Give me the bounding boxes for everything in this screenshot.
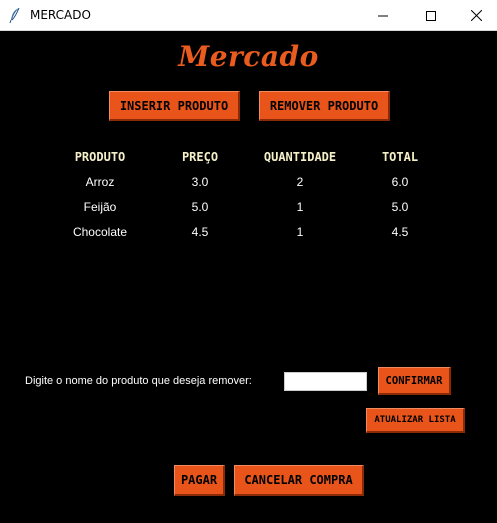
insert-product-button[interactable]: INSERIR PRODUTO (109, 91, 240, 121)
cell-quantity: 1 (296, 225, 304, 239)
maximize-button[interactable] (408, 0, 454, 31)
cell-quantity: 2 (296, 175, 304, 189)
pay-button[interactable]: PAGAR (174, 465, 225, 496)
header-preco: PREÇO (181, 150, 219, 164)
cell-price: 4.5 (191, 225, 209, 239)
header-quantidade: QUANTIDADE (263, 150, 337, 164)
maximize-icon (426, 10, 436, 21)
cell-total: 4.5 (391, 225, 409, 239)
cell-price: 3.0 (191, 175, 209, 189)
remove-product-input[interactable] (284, 372, 367, 391)
cell-product: Chocolate (72, 225, 128, 239)
cell-price: 5.0 (191, 200, 209, 214)
minimize-button[interactable] (360, 0, 406, 31)
refresh-list-button[interactable]: ATUALIZAR LISTA (366, 408, 465, 433)
cancel-purchase-button[interactable]: CANCELAR COMPRA (234, 465, 364, 496)
cell-total: 5.0 (391, 200, 409, 214)
close-button[interactable] (453, 0, 497, 31)
cell-total: 6.0 (391, 175, 409, 189)
feather-icon (9, 7, 21, 24)
cell-quantity: 1 (296, 200, 304, 214)
cell-product: Feijão (83, 200, 117, 214)
window-titlebar: MERCADO (0, 0, 497, 31)
remove-product-button[interactable]: REMOVER PRODUTO (259, 91, 390, 121)
minimize-icon (378, 11, 388, 21)
app-heading: Mercado (178, 40, 319, 73)
cell-product: Arroz (85, 175, 115, 189)
header-produto: PRODUTO (74, 150, 126, 164)
confirm-button[interactable]: CONFIRMAR (378, 367, 451, 395)
window-title: MERCADO (30, 8, 91, 22)
close-icon (470, 10, 482, 21)
remove-prompt-label: Digite o nome do produto que deseja remo… (25, 375, 252, 387)
header-total: TOTAL (381, 150, 419, 164)
